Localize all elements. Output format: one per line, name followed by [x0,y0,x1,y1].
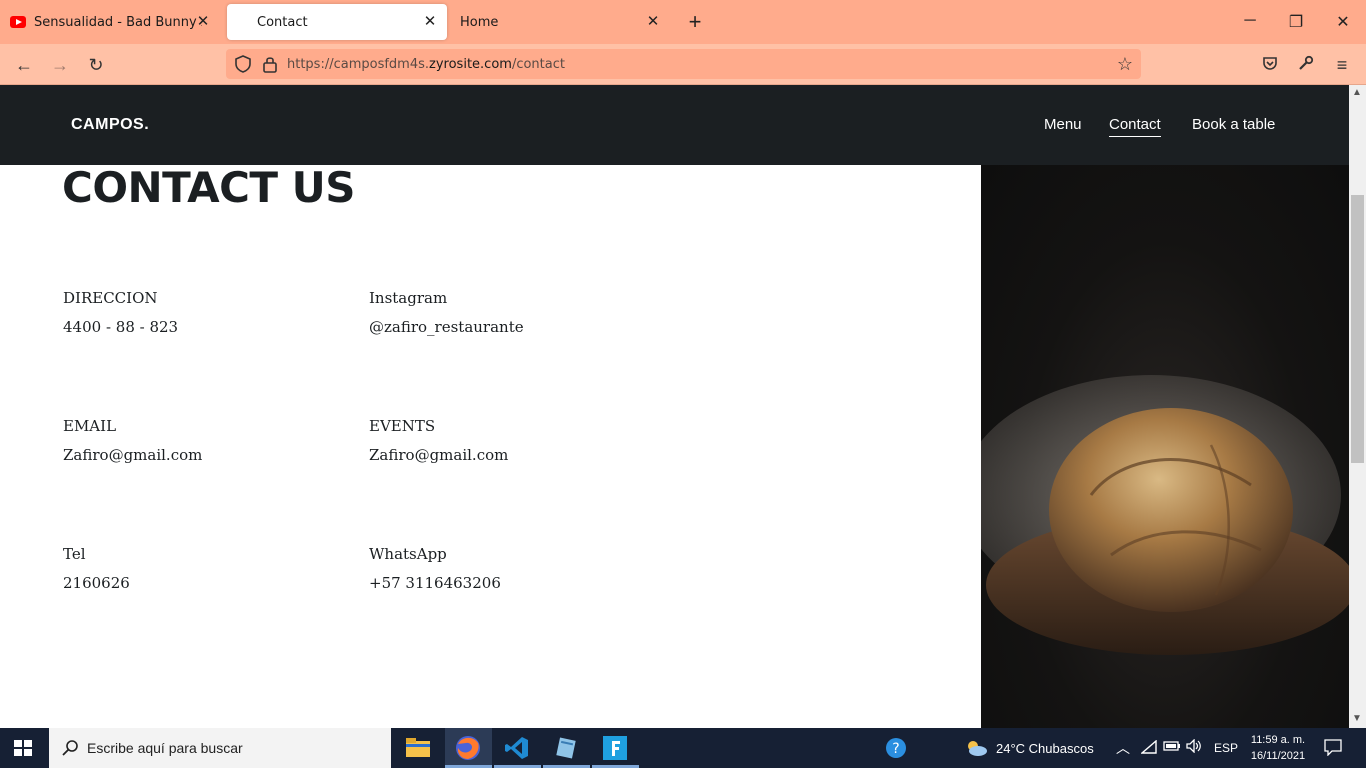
app-f-icon[interactable] [601,734,629,762]
extensions-wrench-icon[interactable] [1295,54,1317,76]
url-prefix: https://camposfdm4s. [287,57,430,72]
bookmark-star-icon[interactable]: ☆ [1117,54,1133,75]
weather-text[interactable]: 24°C Chubascos [996,741,1094,756]
tab-contact[interactable]: Contact ✕ [227,4,447,40]
search-icon [62,740,78,756]
tab-label: Contact [257,14,308,30]
contact-label-events: EVENTS [369,417,436,435]
close-tab-icon[interactable]: ✕ [423,14,437,29]
address-bar[interactable]: https://camposfdm4s.zyrosite.com/contact… [226,49,1141,79]
weather-icon[interactable] [962,734,990,762]
close-tab-icon[interactable]: ✕ [196,14,210,29]
file-explorer-icon[interactable] [404,734,432,762]
language-indicator[interactable]: ESP [1214,741,1238,755]
lock-icon[interactable] [262,55,278,73]
site-header: CAMPOS. Menu Contact Book a table [0,85,1349,165]
contact-label-email: EMAIL [63,417,117,435]
nav-contact[interactable]: Contact [1109,116,1161,137]
vscode-icon[interactable] [503,734,531,762]
tab-label: Sensualidad - Bad Bunny X Prin [34,14,202,30]
page-title: CONTACT US [62,163,356,212]
minimize-icon[interactable]: ─ [1240,12,1260,30]
clock-date: 16/11/2021 [1250,750,1306,762]
menu-hamburger-icon[interactable]: ≡ [1331,54,1353,76]
help-icon[interactable]: ? [882,734,910,762]
clock-time: 11:59 a. m. [1250,734,1306,746]
search-placeholder: Escribe aquí para buscar [87,740,243,756]
scrollbar-thumb[interactable] [1351,195,1364,463]
forward-icon[interactable]: → [49,54,71,76]
new-tab-button[interactable]: + [684,11,706,33]
contact-label-whatsapp: WhatsApp [369,545,447,563]
contact-value-tel: 2160626 [63,574,130,592]
windows-start-icon[interactable] [14,740,32,756]
page-scrollbar[interactable]: ▲ ▼ [1349,85,1366,728]
windows-taskbar: Escribe aquí para buscar ? 24°C Chubasco… [0,728,1366,768]
tab-label: Home [460,14,499,30]
contact-label-direccion: DIRECCION [63,289,158,307]
scroll-down-icon[interactable]: ▼ [1352,713,1362,724]
url-path: /contact [511,57,565,72]
contact-value-email: Zafiro@gmail.com [63,446,203,464]
contact-label-tel: Tel [63,545,86,563]
bread-photo [981,165,1349,728]
shield-icon[interactable] [234,55,252,73]
close-window-icon[interactable]: ✕ [1333,12,1353,32]
firefox-icon[interactable] [454,734,482,762]
contact-label-instagram: Instagram [369,289,448,307]
close-tab-icon[interactable]: ✕ [646,14,660,29]
battery-icon[interactable] [1163,740,1181,755]
back-icon[interactable]: ← [13,54,35,76]
taskbar-search-box[interactable]: Escribe aquí para buscar [49,728,391,768]
browser-toolbar: ← → ↻ https://camposfdm4s.zyrosite.com/c… [0,44,1366,85]
volume-icon[interactable] [1186,738,1202,756]
url-text[interactable]: https://camposfdm4s.zyrosite.com/contact [287,57,565,72]
website-viewport: CAMPOS. Menu Contact Book a table CONTAC… [0,85,1349,728]
notepad-icon[interactable] [552,734,580,762]
contact-value-whatsapp: +57 3116463206 [369,574,501,592]
reload-icon[interactable]: ↻ [85,54,107,76]
tab-home[interactable]: Home ✕ [450,0,670,44]
network-icon[interactable] [1140,739,1157,757]
site-logo[interactable]: CAMPOS. [71,116,149,134]
nav-book-a-table[interactable]: Book a table [1192,116,1275,133]
notifications-icon[interactable] [1324,738,1342,759]
tray-chevron-up-icon[interactable]: ︿ [1116,738,1130,758]
contact-value-direccion: 4400 - 88 - 823 [63,318,179,336]
scroll-up-icon[interactable]: ▲ [1352,87,1362,98]
browser-tab-strip: Sensualidad - Bad Bunny X Prin ✕ Contact… [0,0,1366,44]
nav-menu[interactable]: Menu [1044,116,1082,133]
svg-text:?: ? [892,741,899,757]
contact-value-events: Zafiro@gmail.com [369,446,509,464]
system-clock[interactable]: 11:59 a. m. 16/11/2021 [1240,732,1316,764]
contact-value-instagram: @zafiro_restaurante [369,318,524,336]
restore-icon[interactable]: ❐ [1286,12,1306,32]
tab-sensualidad[interactable]: Sensualidad - Bad Bunny X Prin ✕ [0,0,220,44]
url-host: zyrosite.com [429,57,512,72]
youtube-icon [10,16,26,28]
pocket-icon[interactable] [1259,54,1281,76]
